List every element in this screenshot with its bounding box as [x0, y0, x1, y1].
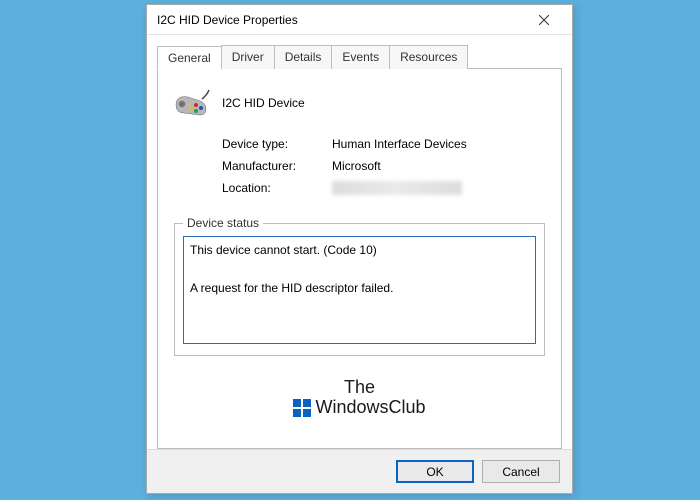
location-value-redacted — [332, 181, 462, 195]
watermark-line1: The — [293, 378, 425, 398]
windows-logo-icon — [293, 399, 311, 417]
dialog-title: I2C HID Device Properties — [157, 13, 524, 27]
device-header: I2C HID Device — [174, 87, 545, 119]
cancel-button[interactable]: Cancel — [482, 460, 560, 483]
device-status-label: Device status — [183, 216, 263, 230]
tab-resources[interactable]: Resources — [389, 45, 468, 69]
row-location: Location: — [222, 181, 545, 195]
device-info: Device type: Human Interface Devices Man… — [222, 137, 545, 203]
titlebar: I2C HID Device Properties — [147, 5, 572, 35]
tab-details[interactable]: Details — [274, 45, 333, 69]
properties-dialog: I2C HID Device Properties General Driver… — [146, 4, 573, 494]
device-status-group: Device status — [174, 223, 545, 356]
device-type-label: Device type: — [222, 137, 332, 151]
device-status-textbox[interactable] — [183, 236, 536, 344]
device-type-value: Human Interface Devices — [332, 137, 467, 151]
close-icon — [539, 15, 549, 25]
location-label: Location: — [222, 181, 332, 195]
tab-general[interactable]: General — [157, 46, 222, 70]
dialog-button-row: OK Cancel — [147, 449, 572, 493]
manufacturer-value: Microsoft — [332, 159, 381, 173]
tab-panel-general: I2C HID Device Device type: Human Interf… — [157, 68, 562, 449]
watermark-line2: WindowsClub — [315, 398, 425, 418]
hid-device-icon — [174, 87, 210, 119]
row-device-type: Device type: Human Interface Devices — [222, 137, 545, 151]
manufacturer-label: Manufacturer: — [222, 159, 332, 173]
tab-strip: General Driver Details Events Resources — [157, 45, 562, 69]
tab-events[interactable]: Events — [331, 45, 390, 69]
tab-container: General Driver Details Events Resources … — [147, 35, 572, 449]
watermark-text-wrap: The WindowsClub — [293, 378, 425, 418]
watermark: The WindowsClub — [174, 378, 545, 418]
close-button[interactable] — [524, 6, 564, 34]
row-manufacturer: Manufacturer: Microsoft — [222, 159, 545, 173]
tab-driver[interactable]: Driver — [221, 45, 275, 69]
ok-button[interactable]: OK — [396, 460, 474, 483]
device-name: I2C HID Device — [222, 96, 305, 110]
